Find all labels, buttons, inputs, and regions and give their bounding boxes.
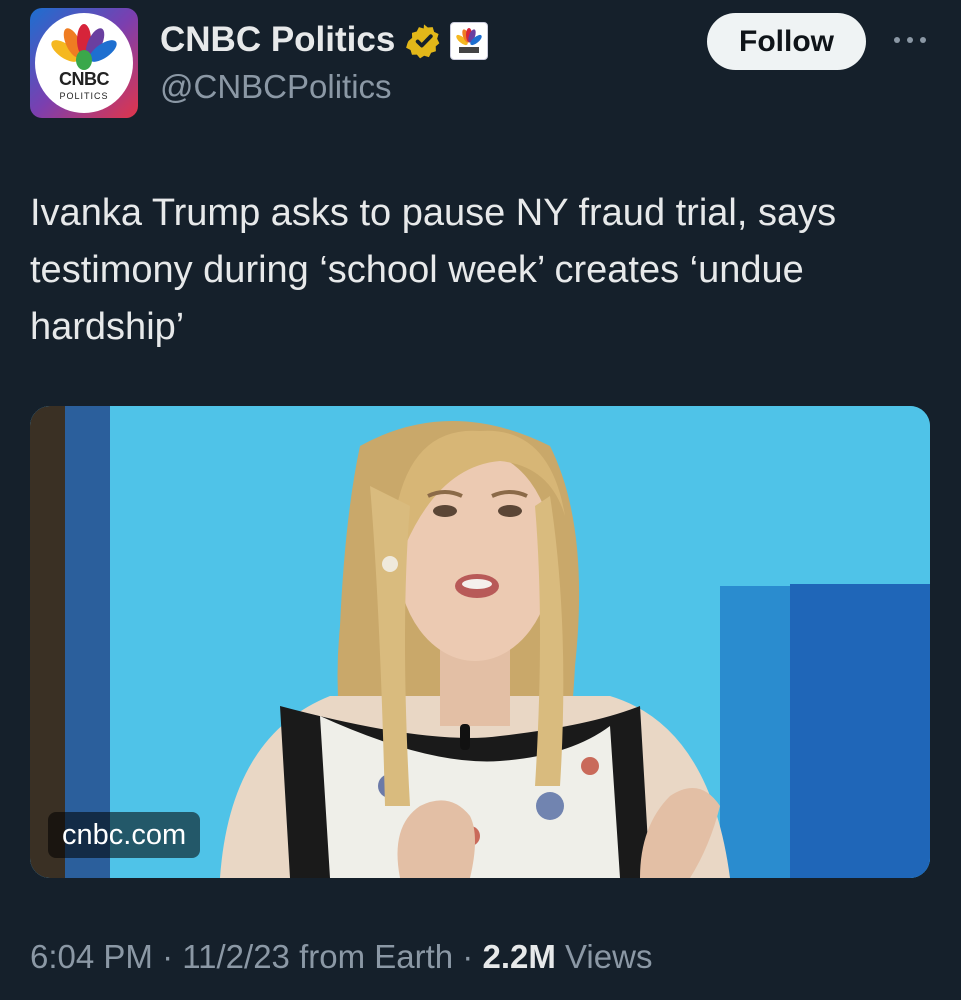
avatar-logo-subtext: POLITICS <box>59 91 109 101</box>
tweet-location: from Earth <box>299 938 454 975</box>
more-horizontal-icon[interactable] <box>890 30 930 50</box>
peacock-icon <box>51 24 117 70</box>
views-count: 2.2M <box>482 938 556 975</box>
cnbc-logo: CNBC POLITICS <box>35 13 133 113</box>
display-name[interactable]: CNBC Politics <box>160 20 395 60</box>
account-handle[interactable]: @CNBCPolitics <box>160 68 392 106</box>
link-card-image[interactable]: cnbc.com <box>30 406 930 878</box>
tweet-meta: 6:04 PM · 11/2/23 from Earth · 2.2M View… <box>30 938 652 976</box>
tweet-header: CNBC POLITICS CNBC Politics @CNBCPolitic… <box>0 0 961 140</box>
link-source-label: cnbc.com <box>48 812 201 858</box>
verified-badge-icon <box>406 24 440 59</box>
separator: · <box>162 938 174 975</box>
follow-button[interactable]: Follow <box>707 13 866 70</box>
views-label: Views <box>565 938 653 975</box>
tweet-time[interactable]: 6:04 PM <box>30 938 153 975</box>
article-photo <box>30 406 930 878</box>
affiliate-logo-icon <box>450 22 488 60</box>
avatar-logo-text: CNBC <box>59 69 110 89</box>
avatar[interactable]: CNBC POLITICS <box>30 8 138 118</box>
tweet-date[interactable]: 11/2/23 <box>182 938 290 975</box>
separator: · <box>462 938 474 975</box>
tweet-text: Ivanka Trump asks to pause NY fraud tria… <box>30 192 837 348</box>
